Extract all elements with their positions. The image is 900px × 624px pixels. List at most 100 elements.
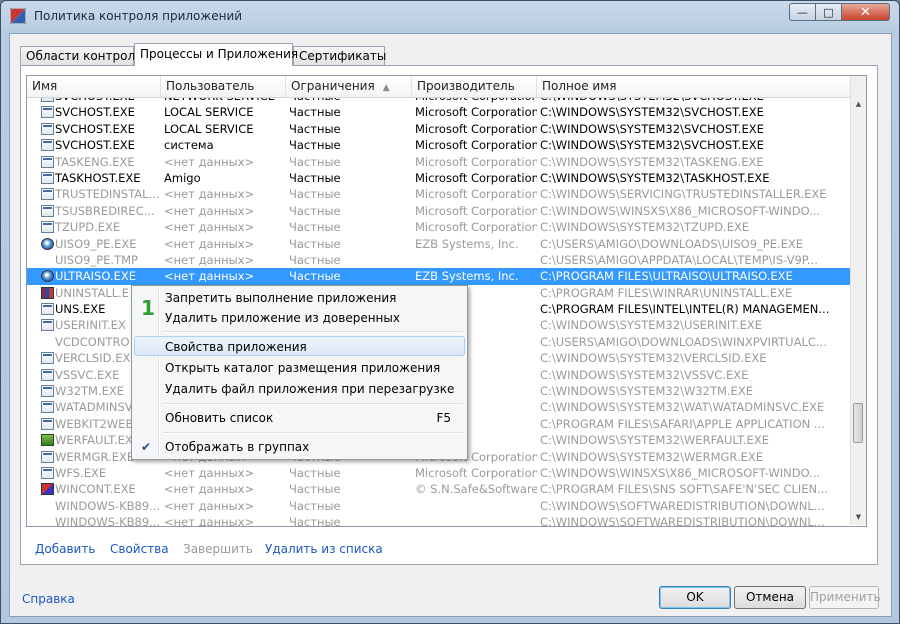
exe-icon	[41, 221, 54, 234]
cell-user: Amigo	[164, 170, 201, 185]
maximize-icon: □	[823, 5, 834, 19]
table-row[interactable]: SVCHOST.EXE LOCAL SERVICE Частные Microsoft…	[27, 121, 850, 137]
disc-icon	[41, 237, 54, 250]
context-menu: Запретить выполнение приложения Удалить …	[131, 285, 468, 460]
sort-ascending-icon: ▲	[382, 83, 390, 93]
cell-full-path: C:\WINDOWS\SYSTEM32\USERINIT.EXE	[540, 318, 763, 333]
cell-name: TSUSBREDIREC...	[55, 203, 155, 218]
cell-user: <нет данных>	[164, 465, 255, 480]
exe-icon	[41, 401, 54, 414]
cell-user: LOCAL SERVICE	[164, 121, 254, 136]
remove-from-list-link[interactable]: Удалить из списка	[265, 542, 383, 556]
column-restrictions[interactable]: Ограничения ▲	[286, 76, 412, 97]
column-vendor[interactable]: Производитель	[412, 76, 537, 97]
menu-item-app-properties[interactable]: Свойства приложения	[134, 336, 465, 356]
scrollbar-thumb[interactable]	[853, 403, 863, 443]
tab-control-areas[interactable]: Области контроля	[20, 46, 142, 65]
close-icon: ✕	[860, 4, 871, 20]
menu-separator	[163, 403, 463, 405]
cell-restrictions: Частные	[289, 252, 341, 267]
column-full-path[interactable]: Полное имя	[537, 76, 850, 97]
cell-restrictions: Частные	[289, 203, 341, 218]
menu-item-delete-on-reboot[interactable]: Удалить файл приложения при перезагрузке	[134, 379, 465, 399]
scroll-down-icon[interactable]: ▼	[851, 510, 866, 524]
cell-full-path: C:\WINDOWS\SOFTWAREDISTRIBUTION\DOWNL...	[540, 515, 825, 527]
table-row[interactable]: SVCHOST.EXE LOCAL SERVICE Частные Microsoft…	[27, 104, 850, 120]
cell-full-path: C:\PROGRAM FILES\ULTRAISO\ULTRAISO.EXE	[540, 269, 793, 284]
cell-full-path: C:\WINDOWS\SYSTEM32\TZUPD.EXE	[540, 220, 750, 235]
menu-item-refresh[interactable]: Обновить список F5	[134, 408, 465, 428]
cell-restrictions: Частные	[289, 465, 341, 480]
exe-icon	[41, 303, 54, 316]
cell-restrictions: Частные	[289, 187, 341, 202]
apply-button: Применить	[809, 586, 881, 609]
menu-item-remove-trusted[interactable]: Удалить приложение из доверенных	[134, 308, 465, 328]
menu-item-label: Запретить выполнение приложения	[165, 291, 397, 305]
column-full-path-label: Полное имя	[542, 79, 617, 93]
cell-full-path: C:\PROGRAM FILES\WINRAR\UNINSTALL.EXE	[540, 285, 793, 300]
scroll-up-icon[interactable]: ▲	[851, 97, 866, 111]
table-row[interactable]: WFS.EXE <нет данных> Частные Microsoft Corp…	[27, 465, 850, 481]
table-row[interactable]: TSUSBREDIREC... <нет данных> Частные Micros…	[27, 203, 850, 219]
cell-restrictions: Частные	[289, 154, 341, 169]
app-control-policy-window: Политика контроля приложений — □ ✕ Облас…	[0, 0, 900, 624]
table-row[interactable]: TZUPD.EXE <нет данных> Частные Microsoft Co…	[27, 219, 850, 235]
cell-full-path: C:\USERS\AMIGO\DOWNLOADS\WINXPVIRTUALC..…	[540, 334, 827, 349]
column-header: Имя Пользователь Ограничения ▲ Производит…	[27, 76, 850, 98]
cell-name: UISO9_PE.TMP	[55, 252, 138, 267]
cell-user: <нет данных>	[164, 498, 255, 513]
table-row[interactable]: WINCONT.EXE <нет данных> Частные © S.N.Safe…	[27, 481, 850, 497]
table-row[interactable]: TASKHOST.EXE Amigo Частные Microsoft Corpor…	[27, 170, 850, 186]
tab-processes-applications[interactable]: Процессы и Приложения	[134, 43, 298, 66]
column-restrictions-label: Ограничения	[291, 79, 375, 93]
help-link[interactable]: Справка	[22, 592, 75, 606]
properties-link[interactable]: Свойства	[110, 542, 169, 556]
cell-name: ULTRAISO.EXE	[55, 269, 136, 284]
cell-full-path: C:\WINDOWS\SYSTEM32\SVCHOST.EXE	[540, 121, 764, 136]
close-button[interactable]: ✕	[842, 3, 890, 21]
minimize-icon: —	[797, 5, 808, 19]
cell-name: SVCHOST.EXE	[55, 138, 135, 153]
cell-vendor: Microsoft Corporation	[415, 220, 537, 235]
exe-icon	[41, 352, 54, 365]
tab-certificates[interactable]: Сертификаты	[293, 46, 386, 65]
cell-name: WINDOWS-KB89...	[55, 515, 161, 527]
cell-vendor: Microsoft Corporation	[415, 187, 537, 202]
table-row[interactable]: UISO9_PE.EXE <нет данных> Частные EZB Syste…	[27, 236, 850, 252]
column-name[interactable]: Имя	[27, 76, 161, 97]
vertical-scrollbar[interactable]: ▲ ▼	[850, 76, 866, 525]
table-row[interactable]: ULTRAISO.EXE <нет данных> Частные EZB Syste…	[27, 268, 850, 285]
cell-name: TASKENG.EXE	[55, 154, 135, 169]
menu-item-block-execution[interactable]: Запретить выполнение приложения	[134, 288, 465, 308]
cell-full-path: C:\WINDOWS\SYSTEM32\VERCLSID.EXE	[540, 351, 767, 366]
exe-icon	[41, 450, 54, 463]
title-bar[interactable]: Политика контроля приложений — □ ✕	[1, 1, 899, 33]
menu-item-open-folder[interactable]: Открыть каталог размещения приложения	[134, 358, 465, 378]
ok-button[interactable]: OK	[659, 586, 731, 609]
menu-item-show-in-groups[interactable]: ✔ Отображать в группах	[134, 437, 465, 457]
exe-icon	[41, 106, 54, 119]
table-row[interactable]: TASKENG.EXE <нет данных> Частные Microsoft …	[27, 154, 850, 170]
exe-icon	[41, 319, 54, 332]
table-row[interactable]: WINDOWS-KB89... <нет данных> Частные C:\WIN…	[27, 498, 850, 514]
cancel-button[interactable]: Отмена	[734, 586, 806, 609]
table-row[interactable]: UISO9_PE.TMP <нет данных> Частные C:\USERS\…	[27, 252, 850, 268]
column-vendor-label: Производитель	[417, 79, 515, 93]
cell-restrictions: Частные	[289, 220, 341, 235]
maximize-button[interactable]: □	[816, 3, 842, 21]
minimize-button[interactable]: —	[789, 3, 816, 21]
cell-full-path: C:\PROGRAM FILES\SAFARI\APPLE APPLICATIO…	[540, 416, 825, 431]
disc-icon	[41, 270, 54, 283]
terminate-link: Завершить	[183, 542, 253, 556]
table-row[interactable]: SVCHOST.EXE система Частные Microsoft Corpo…	[27, 137, 850, 153]
table-row[interactable]: TRUSTEDINSTAL... <нет данных> Частные Micro…	[27, 186, 850, 202]
cell-full-path: C:\WINDOWS\SYSTEM32\WAT\WATADMINSVC.EXE	[540, 400, 825, 415]
app-shield-icon	[10, 8, 26, 24]
column-user[interactable]: Пользователь	[161, 76, 286, 97]
cell-vendor: Microsoft Corporation	[415, 121, 537, 136]
cell-full-path: C:\WINDOWS\WINSXS\X86_MICROSOFT-WINDO...	[540, 465, 821, 480]
cell-name: WINCONT.EXE	[55, 482, 136, 497]
table-row[interactable]: WINDOWS-KB89... <нет данных> Частные C:\WIN…	[27, 514, 850, 527]
add-link[interactable]: Добавить	[35, 542, 95, 556]
exe-icon	[41, 385, 54, 398]
